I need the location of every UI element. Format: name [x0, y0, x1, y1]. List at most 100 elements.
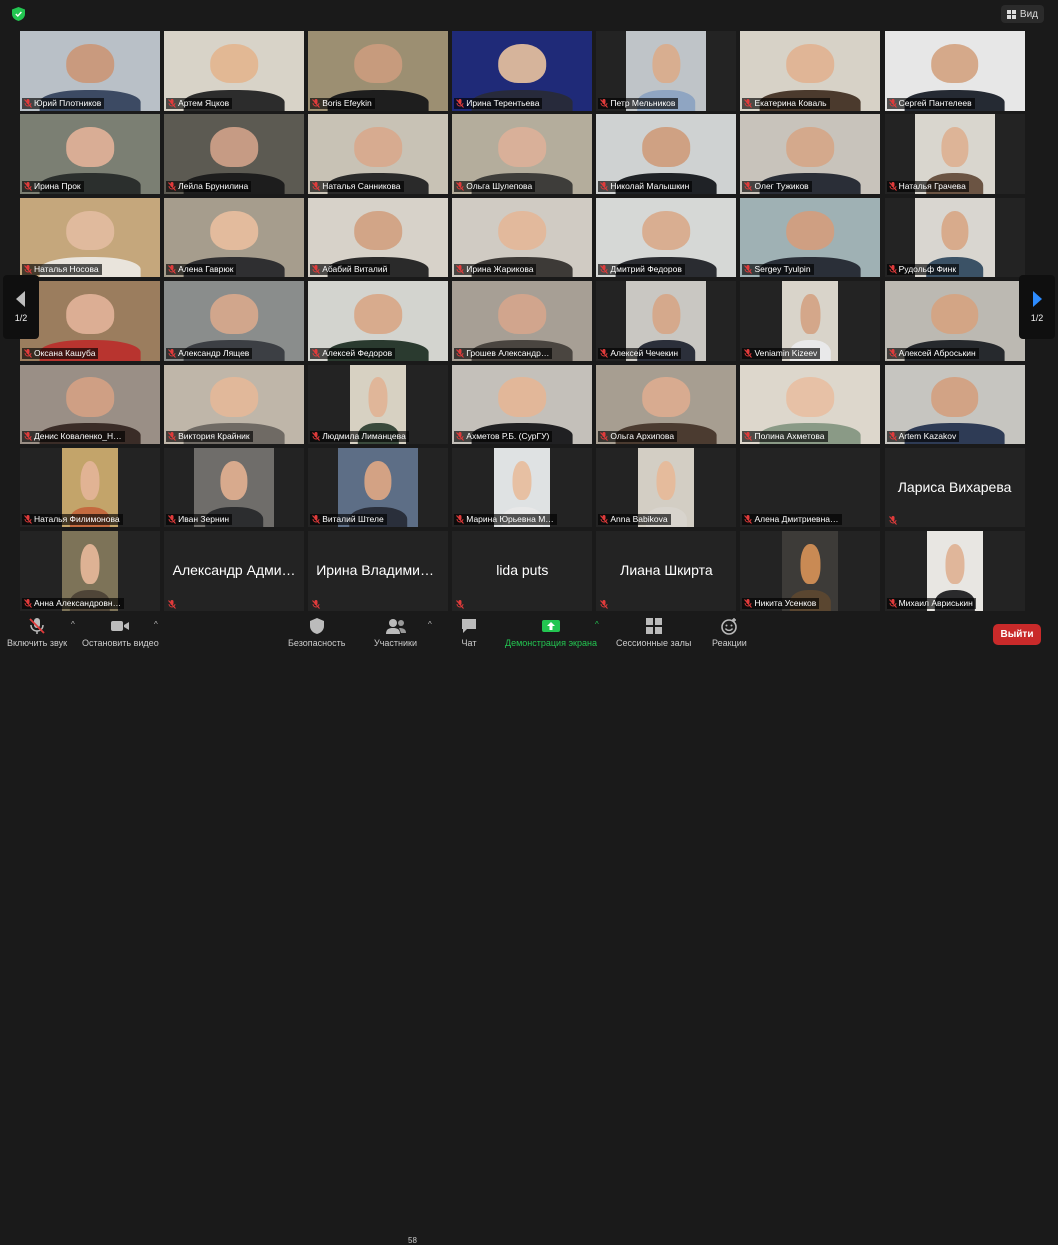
- participant-name: Виталий Штеле: [322, 514, 384, 525]
- chat-label: Чат: [461, 638, 477, 648]
- leave-meeting-button[interactable]: Выйти: [993, 624, 1041, 645]
- participant-tile[interactable]: Александр Адми…: [164, 531, 305, 611]
- microphone-muted-icon: [312, 181, 321, 191]
- participant-tile[interactable]: Лиана Шкирта: [596, 531, 737, 611]
- participant-tile[interactable]: Ахметов Р.Б. (СурГУ): [452, 364, 593, 445]
- participant-tile[interactable]: Михаил Авриськин: [884, 531, 1025, 611]
- participant-name-label: [454, 599, 467, 609]
- share-screen-button[interactable]: Демонстрация экрана: [505, 617, 597, 648]
- participant-tile[interactable]: Алексей Аброськин: [884, 281, 1025, 361]
- participant-tile[interactable]: Полина Ахметова: [740, 364, 881, 445]
- participant-tile[interactable]: Оксана Кашуба: [20, 281, 160, 361]
- participant-name: Марина Юрьевна М…: [466, 514, 554, 525]
- unmute-button[interactable]: Включить звук: [7, 617, 67, 648]
- participant-tile[interactable]: Наталья Грачева: [884, 114, 1025, 194]
- participant-tile[interactable]: lida puts: [452, 531, 593, 611]
- security-button[interactable]: Безопасность: [288, 617, 345, 648]
- microphone-muted-icon: [24, 432, 32, 441]
- participant-name: Алексей Чечекин: [610, 347, 679, 358]
- top-bar: Вид: [0, 0, 1058, 28]
- participant-tile[interactable]: Boris Efeykin: [308, 31, 449, 111]
- participant-tile[interactable]: Ирина Терентьева: [452, 31, 593, 111]
- participant-tile[interactable]: Sergey Tyulpin: [740, 197, 881, 278]
- participant-name-label: Оксана Кашуба: [22, 347, 99, 359]
- chat-button[interactable]: Чат: [460, 617, 478, 648]
- video-options-caret[interactable]: ^: [154, 620, 158, 629]
- participant-tile[interactable]: Наталья Филимонова: [20, 447, 160, 528]
- participant-name-label: Виктория Крайник: [166, 431, 253, 443]
- participant-tile[interactable]: Алексей Чечекин: [596, 281, 737, 361]
- participant-display-name: Ирина Владимир…: [316, 562, 442, 579]
- participant-tile[interactable]: Денис Коваленко_Н…: [20, 364, 160, 445]
- reaction-smiley-icon: [721, 618, 738, 635]
- participant-tile[interactable]: Юрий Плотников: [20, 31, 160, 111]
- participant-tile[interactable]: Лейла Брунилина: [164, 114, 305, 194]
- reactions-button[interactable]: Реакции: [712, 617, 747, 648]
- participant-tile[interactable]: Дмитрий Федоров: [596, 197, 737, 278]
- participant-tile[interactable]: Лариса Вихарева: [884, 447, 1025, 528]
- microphone-muted-icon: [888, 598, 897, 608]
- participant-tile[interactable]: Абабий Виталий: [308, 197, 449, 278]
- arrow-left-icon: [16, 291, 25, 307]
- microphone-muted-icon: [600, 181, 609, 191]
- participant-tile[interactable]: Veniamin Kizeev: [740, 281, 881, 361]
- participant-tile[interactable]: Екатерина Коваль: [740, 31, 881, 111]
- microphone-muted-icon: [600, 265, 609, 275]
- participant-tile[interactable]: Иван Зернин: [164, 447, 305, 528]
- previous-page-button[interactable]: 1/2: [3, 275, 39, 339]
- participant-tile[interactable]: Анна Александровн…: [20, 531, 160, 611]
- participant-tile[interactable]: Марина Юрьевна М…: [452, 447, 593, 528]
- participant-tile[interactable]: Artem Kazakov: [884, 364, 1025, 445]
- participants-icon: [385, 619, 406, 634]
- participant-display-name: Лариса Вихарева: [897, 478, 1012, 495]
- participants-label: Участники: [374, 638, 417, 648]
- participant-name: Иван Зернин: [178, 514, 230, 525]
- microphone-muted-icon: [312, 432, 321, 441]
- participant-tile[interactable]: Олег Тужиков: [740, 114, 881, 194]
- participant-tile[interactable]: Ирина Владимир…: [308, 531, 449, 611]
- participant-name-label: Олег Тужиков: [742, 180, 812, 192]
- participant-tile[interactable]: Артем Яцков: [164, 31, 305, 111]
- participant-tile[interactable]: Ольга Архипова: [596, 364, 737, 445]
- participant-tile[interactable]: Людмила Лиманцева: [308, 364, 449, 445]
- participant-tile[interactable]: Ольга Шулепова: [452, 114, 593, 194]
- share-options-caret[interactable]: ^: [595, 620, 599, 629]
- participant-name-label: Рудольф Финк: [886, 264, 960, 276]
- participant-tile[interactable]: Наталья Санникова: [308, 114, 449, 194]
- participant-name: Наталья Санникова: [322, 180, 401, 191]
- participant-tile[interactable]: Виктория Крайник: [164, 364, 305, 445]
- participant-tile[interactable]: Александр Лящев: [164, 281, 305, 361]
- audio-options-caret[interactable]: ^: [71, 620, 75, 629]
- microphone-muted-icon: [456, 348, 465, 358]
- participant-name-label: Грошев Александр…: [454, 347, 553, 359]
- microphone-muted-icon: [168, 181, 176, 191]
- microphone-muted-icon: [600, 515, 609, 525]
- next-page-button[interactable]: 1/2: [1019, 275, 1055, 339]
- microphone-muted-icon: [24, 181, 32, 191]
- participant-name-label: [166, 599, 179, 609]
- participant-tile[interactable]: Рудольф Финк: [884, 197, 1025, 278]
- participant-tile[interactable]: Николай Малышкин: [596, 114, 737, 194]
- participant-name: Veniamin Kizeev: [754, 347, 818, 358]
- participant-tile[interactable]: Наталья Носова: [20, 197, 160, 278]
- participant-tile[interactable]: Алена Гаврюк: [164, 197, 305, 278]
- participant-tile[interactable]: Anna Babikova: [596, 447, 737, 528]
- breakout-rooms-button[interactable]: Сессионные залы: [616, 617, 691, 648]
- participant-tile[interactable]: Грошев Александр…: [452, 281, 593, 361]
- participant-tile[interactable]: Сергей Пантелеев: [884, 31, 1025, 111]
- participant-tile[interactable]: Алексей Федоров: [308, 281, 449, 361]
- participant-name-label: Sergey Tyulpin: [742, 264, 814, 276]
- participant-tile[interactable]: Алена Дмитриевна…: [740, 447, 881, 528]
- participant-tile[interactable]: Виталий Штеле: [308, 447, 449, 528]
- microphone-muted-icon: [744, 181, 753, 191]
- participant-name-label: Алексей Чечекин: [598, 347, 682, 359]
- participant-tile[interactable]: Петр Мельников: [596, 31, 737, 111]
- view-button[interactable]: Вид: [1000, 5, 1044, 23]
- encryption-shield-icon[interactable]: [12, 7, 25, 21]
- participants-options-caret[interactable]: ^: [428, 620, 432, 629]
- participant-tile[interactable]: Никита Усенков: [740, 531, 881, 611]
- participants-button[interactable]: Участники: [374, 617, 417, 648]
- stop-video-button[interactable]: Остановить видео: [82, 617, 159, 648]
- participant-tile[interactable]: Ирина Прок: [20, 114, 160, 194]
- participant-tile[interactable]: Ирина Жарикова: [452, 197, 593, 278]
